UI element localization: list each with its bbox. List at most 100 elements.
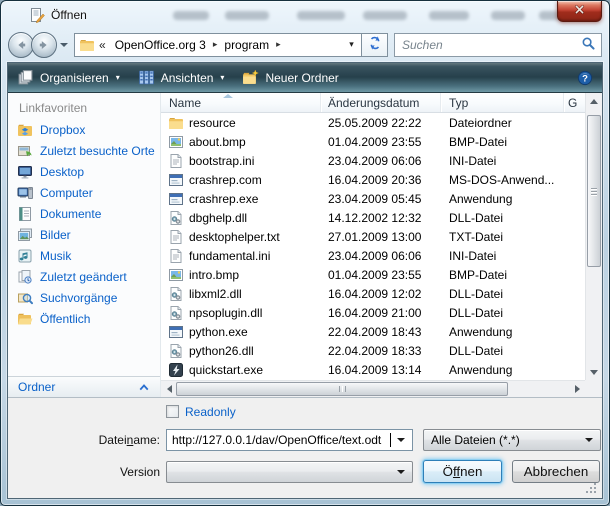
sidebar-item-label: Bilder [40, 228, 71, 242]
toolbar-organisieren-button[interactable]: Organisieren▾ [17, 69, 120, 86]
folders-expander[interactable]: Ordner [8, 376, 160, 397]
column-header-änderungsdatum[interactable]: Änderungsdatum [321, 93, 441, 112]
toolbar-ansichten-button[interactable]: Ansichten▾ [138, 69, 225, 86]
image-icon [168, 267, 184, 283]
breadcrumb-segment-openoffice-org-3[interactable]: OpenOffice.org 3 [109, 38, 212, 52]
vertical-scroll-thumb[interactable] [587, 115, 601, 267]
file-row-desktophelper-txt[interactable]: desktophelper.txt27.01.2009 13:00TXT-Dat… [161, 227, 585, 246]
refresh-icon [367, 35, 383, 54]
address-dropdown-icon[interactable]: ▾ [344, 39, 359, 50]
readonly-checkbox[interactable] [166, 405, 179, 418]
help-button[interactable]: ? [577, 70, 593, 86]
close-icon [573, 4, 586, 18]
scrollbar-corner [585, 380, 602, 397]
file-modified-date: 27.01.2009 13:00 [321, 230, 441, 244]
breadcrumb-segment-program[interactable]: program [218, 38, 275, 52]
file-row-quickstart-exe[interactable]: quickstart.exe16.04.2009 13:14Anwendung [161, 360, 585, 379]
file-row-python-exe[interactable]: python.exe22.04.2009 18:43Anwendung [161, 322, 585, 341]
quickstart-icon [168, 362, 184, 378]
file-row-resource[interactable]: resource25.05.2009 22:22Dateiordner [161, 113, 585, 132]
text-icon [168, 153, 184, 169]
scroll-right-button[interactable] [569, 381, 585, 397]
file-row-intro-bmp[interactable]: intro.bmp01.04.2009 23:55BMP-Datei [161, 265, 585, 284]
file-row-libxml2-dll[interactable]: libxml2.dll16.04.2009 12:02DLL-Datei [161, 284, 585, 303]
close-button[interactable] [557, 1, 602, 22]
window-title: Öffnen [51, 8, 87, 22]
sidebar-item-dokumente[interactable]: Dokumente [8, 204, 160, 225]
file-row-bootstrap-ini[interactable]: bootstrap.ini23.04.2009 06:06INI-Datei [161, 151, 585, 170]
file-name: about.bmp [189, 135, 321, 149]
file-row-about-bmp[interactable]: about.bmp01.04.2009 23:55BMP-Datei [161, 132, 585, 151]
filetype-combobox[interactable]: Alle Dateien (*.*) [423, 429, 601, 451]
scroll-up-button[interactable] [586, 93, 602, 109]
cancel-button[interactable]: Abbrechen [512, 460, 600, 483]
breadcrumb-separator-icon[interactable]: ▸ [275, 39, 282, 50]
file-row-crashrep-com[interactable]: crashrep.com16.04.2009 20:36MS-DOS-Anwen… [161, 170, 585, 189]
file-row-dbghelp-dll[interactable]: dbghelp.dll14.12.2002 12:32DLL-Datei [161, 208, 585, 227]
column-header-name[interactable]: Name [161, 93, 321, 112]
image-icon [168, 134, 184, 150]
file-modified-date: 16.04.2009 12:02 [321, 287, 441, 301]
file-modified-date: 25.05.2009 22:22 [321, 116, 441, 130]
toolbar-item-label: Neuer Ordner [265, 71, 338, 85]
sidebar-item-label: Suchvorgänge [40, 291, 117, 305]
file-type: MS-DOS-Anwend... [441, 173, 585, 187]
dll-icon [168, 343, 184, 359]
music-icon [17, 248, 33, 264]
app-icon [168, 324, 184, 340]
sidebar-item-bilder[interactable]: Bilder [8, 225, 160, 246]
column-header-typ[interactable]: Typ [441, 93, 564, 112]
vertical-scrollbar[interactable] [585, 93, 602, 380]
resize-grip-icon[interactable] [594, 491, 596, 493]
filename-value[interactable]: http://127.0.0.1/dav/OpenOffice/text.odt [172, 433, 389, 447]
file-type: BMP-Datei [441, 268, 585, 282]
sidebar-item-musik[interactable]: Musik [8, 246, 160, 267]
favorites-sidebar: Linkfavoriten DropboxZuletzt besuchte Or… [8, 93, 161, 397]
scroll-down-button[interactable] [586, 364, 602, 380]
file-name: bootstrap.ini [189, 154, 321, 168]
chevron-down-icon[interactable] [585, 438, 593, 442]
scroll-left-button[interactable] [161, 381, 177, 397]
file-type: Dateiordner [441, 116, 585, 130]
file-type: DLL-Datei [441, 344, 585, 358]
file-row-python26-dll[interactable]: python26.dll22.04.2009 18:33DLL-Datei [161, 341, 585, 360]
horizontal-scrollbar[interactable] [161, 380, 585, 397]
chevron-down-icon[interactable] [397, 438, 405, 442]
file-row-fundamental-ini[interactable]: fundamental.ini23.04.2009 06:06INI-Datei [161, 246, 585, 265]
sidebar-item-desktop[interactable]: Desktop [8, 162, 160, 183]
recent-pages-dropdown[interactable] [60, 43, 68, 47]
file-type: DLL-Datei [441, 287, 585, 301]
address-breadcrumb[interactable]: « OpenOffice.org 3▸program▸ ▾ [74, 33, 362, 57]
column-header-g[interactable]: G [564, 93, 585, 112]
sidebar-item-dropbox[interactable]: Dropbox [8, 120, 160, 141]
search-box[interactable]: Suchen [394, 33, 602, 57]
sidebar-item-zuletzt-besuchte-orte[interactable]: Zuletzt besuchte Orte [8, 141, 160, 162]
breadcrumb-overflow-chevron[interactable]: « [99, 38, 106, 52]
file-browser: Linkfavoriten DropboxZuletzt besuchte Or… [8, 93, 602, 398]
file-name: intro.bmp [189, 268, 321, 282]
version-combobox[interactable] [166, 461, 413, 483]
sidebar-item-öffentlich[interactable]: Öffentlich [8, 309, 160, 330]
toolbar-neuer-ordner-button[interactable]: Neuer Ordner [242, 69, 338, 86]
vertical-scroll-track[interactable] [586, 109, 602, 364]
sidebar-item-zuletzt-geändert[interactable]: Zuletzt geändert [8, 267, 160, 288]
sidebar-item-suchvorgänge[interactable]: Suchvorgänge [8, 288, 160, 309]
sidebar-item-computer[interactable]: Computer [8, 183, 160, 204]
open-button[interactable]: Öffnen [423, 460, 502, 483]
horizontal-scroll-thumb[interactable] [176, 382, 508, 396]
file-row-npsoplugin-dll[interactable]: npsoplugin.dll16.04.2009 21:00DLL-Datei [161, 303, 585, 322]
refresh-button[interactable] [362, 33, 388, 57]
triangle-right-icon [575, 385, 580, 393]
file-row-crashrep-exe[interactable]: crashrep.exe23.04.2009 05:45Anwendung [161, 189, 585, 208]
chevron-down-icon[interactable] [397, 470, 405, 474]
list-header: NameÄnderungsdatumTypG [161, 93, 585, 113]
forward-button[interactable] [31, 32, 57, 58]
titlebar[interactable]: Öffnen [1, 1, 609, 29]
toolbar-item-label: Ansichten [161, 71, 214, 85]
search-placeholder: Suchen [402, 38, 581, 52]
file-type: DLL-Datei [441, 211, 585, 225]
dll-icon [168, 286, 184, 302]
filename-combobox[interactable]: http://127.0.0.1/dav/OpenOffice/text.odt [166, 429, 413, 451]
triangle-left-icon [167, 385, 172, 393]
background-window-ghost [297, 11, 345, 20]
